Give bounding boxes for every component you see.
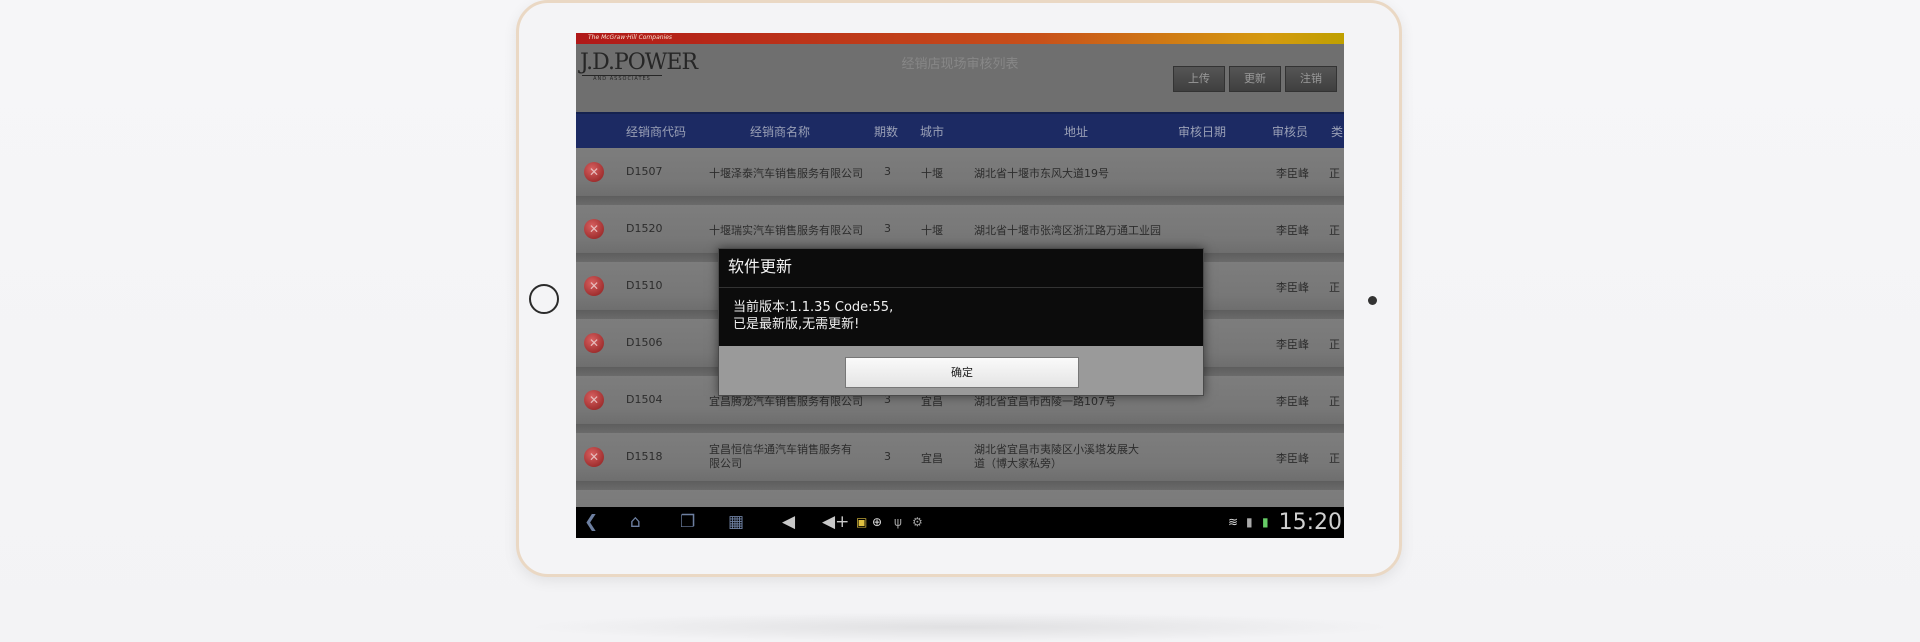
cell-code: D1518: [626, 450, 663, 463]
cell-type: 正: [1329, 338, 1340, 351]
home-icon[interactable]: ⌂: [630, 513, 641, 532]
cell-code: D1507: [626, 165, 663, 178]
column-header-address[interactable]: 地址: [1064, 114, 1088, 150]
column-header-code[interactable]: 经销商代码: [626, 114, 686, 150]
home-button[interactable]: [529, 284, 559, 314]
app-notification-icon[interactable]: ▣: [856, 515, 867, 529]
cell-type: 正: [1329, 281, 1340, 294]
system-nav-bar: ❮ ⌂ ❐ ▦ ◀ ◀+ ▣ ⊕ ψ ⚙ ≋ ▮ ▮ 15:20: [576, 507, 1344, 538]
table-row[interactable]: ✕ D1520 十堰瑞实汽车销售服务有限公司 3 十堰 湖北省十堰市张湾区浙江路…: [576, 205, 1344, 262]
update-button[interactable]: 更新: [1229, 66, 1281, 92]
cell-auditor: 李臣峰: [1276, 452, 1309, 465]
table-row[interactable]: ✕ D1507 十堰泽泰汽车销售服务有限公司 3 十堰 湖北省十堰市东风大道19…: [576, 148, 1344, 205]
cell-address: 湖北省十堰市东风大道19号: [974, 167, 1109, 180]
cell-auditor: 李臣峰: [1276, 395, 1309, 408]
app-header: J.D.POWER AND ASSOCIATES 经销店现场审核列表 上传 更新…: [576, 44, 1344, 112]
device-shadow: [520, 612, 1400, 642]
delete-icon[interactable]: ✕: [584, 276, 604, 296]
cell-auditor: 李臣峰: [1276, 338, 1309, 351]
column-header-auditor[interactable]: 审核员: [1272, 114, 1308, 150]
row-divider: [576, 425, 1344, 433]
cell-auditor: 李臣峰: [1276, 224, 1309, 237]
cell-code: D1504: [626, 393, 663, 406]
table-header: 经销商代码 经销商名称 期数 城市 地址 审核日期 审核员 类: [576, 112, 1344, 150]
upload-button[interactable]: 上传: [1173, 66, 1225, 92]
keyboard-icon[interactable]: ▦: [728, 513, 744, 532]
cell-period: 3: [884, 222, 891, 235]
delete-icon[interactable]: ✕: [584, 333, 604, 353]
volume-up-icon[interactable]: ◀+: [822, 513, 849, 532]
dialog-status-line: 已是最新版,无需更新!: [733, 317, 860, 332]
clock: 15:20: [1278, 510, 1342, 535]
cell-type: 正: [1329, 167, 1340, 180]
column-header-date[interactable]: 审核日期: [1178, 114, 1226, 150]
debug-icon: ⚙: [912, 515, 923, 529]
cell-type: 正: [1329, 452, 1340, 465]
cell-code: D1506: [626, 336, 663, 349]
column-header-name[interactable]: 经销商名称: [750, 114, 810, 150]
cell-type: 正: [1329, 395, 1340, 408]
ok-button[interactable]: 确定: [845, 357, 1079, 388]
column-header-period[interactable]: 期数: [874, 114, 898, 150]
table-row[interactable]: ✕ D1518 宜昌恒信华通汽车销售服务有限公司 3 宜昌 湖北省宜昌市夷陵区小…: [576, 433, 1344, 490]
cell-code: D1520: [626, 222, 663, 235]
dialog-message: 当前版本:1.1.35 Code:55, 已是最新版,无需更新!: [733, 299, 893, 333]
column-header-city[interactable]: 城市: [920, 114, 944, 150]
dialog-version-line: 当前版本:1.1.35 Code:55,: [733, 300, 894, 315]
cell-auditor: 李臣峰: [1276, 281, 1309, 294]
cell-address: 湖北省十堰市张湾区浙江路万通工业园: [974, 224, 1161, 237]
cell-name: 十堰泽泰汽车销售服务有限公司: [709, 167, 863, 180]
add-icon[interactable]: ⊕: [872, 515, 882, 529]
update-dialog: 软件更新 当前版本:1.1.35 Code:55, 已是最新版,无需更新! 确定: [718, 248, 1204, 396]
cell-period: 3: [884, 165, 891, 178]
cell-city: 十堰: [921, 224, 943, 237]
cell-code: D1510: [626, 279, 663, 292]
delete-icon[interactable]: ✕: [584, 390, 604, 410]
dialog-title: 软件更新: [728, 257, 793, 276]
cell-name: 十堰瑞实汽车销售服务有限公司: [709, 224, 863, 237]
cell-type: 正: [1329, 224, 1340, 237]
dialog-divider: [719, 287, 1203, 288]
cell-city: 十堰: [921, 167, 943, 180]
recent-apps-icon[interactable]: ❐: [680, 513, 695, 532]
battery-icon: ▮: [1262, 515, 1269, 529]
brand-strip: The McGraw·Hill Companies: [576, 33, 1344, 44]
cell-auditor: 李臣峰: [1276, 167, 1309, 180]
brand-small-text: The McGraw·Hill Companies: [588, 34, 673, 41]
delete-icon[interactable]: ✕: [584, 219, 604, 239]
cell-city: 宜昌: [921, 452, 943, 465]
cell-address: 湖北省宜昌市夷陵区小溪塔发展大道（博大家私旁）: [974, 443, 1139, 470]
logo-subtitle: AND ASSOCIATES: [582, 75, 662, 82]
wifi-icon: ≋: [1228, 515, 1239, 529]
volume-down-icon[interactable]: ◀: [782, 513, 795, 532]
usb-icon: ψ: [894, 515, 902, 529]
dialog-footer: 确定: [719, 346, 1203, 395]
app-screen: The McGraw·Hill Companies J.D.POWER AND …: [576, 33, 1344, 538]
cell-name: 宜昌恒信华通汽车销售服务有限公司: [709, 443, 852, 470]
column-header-type[interactable]: 类: [1331, 114, 1343, 150]
logout-button[interactable]: 注销: [1285, 66, 1337, 92]
row-divider: [576, 482, 1344, 490]
delete-icon[interactable]: ✕: [584, 162, 604, 182]
front-camera: [1368, 296, 1377, 305]
row-divider: [576, 197, 1344, 205]
signal-icon: ▮: [1246, 515, 1253, 529]
back-icon[interactable]: ❮: [584, 513, 598, 532]
delete-icon[interactable]: ✕: [584, 447, 604, 467]
cell-period: 3: [884, 450, 891, 463]
